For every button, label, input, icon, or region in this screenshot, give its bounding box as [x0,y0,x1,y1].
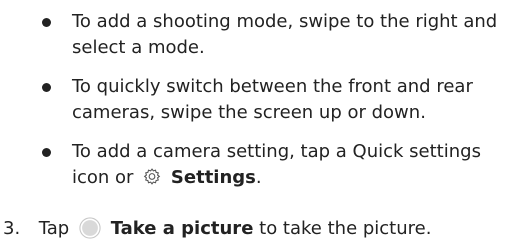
list-item: To add a camera setting, tap a Quick set… [42,139,502,191]
take-picture-label: Take a picture [110,218,254,239]
document-page: To add a shooting mode, swipe to the rig… [0,0,510,246]
bullet-dot [42,18,51,27]
list-item: To add a shooting mode, swipe to the rig… [42,9,502,61]
bullet-text-end: . [255,167,262,188]
settings-label: Settings [170,167,256,188]
list-item: To quickly switch between the front and … [42,74,502,126]
shutter-button-icon [79,217,101,239]
step-number: 3. [3,218,21,239]
bullet-text: To quickly switch between the front and … [72,76,473,123]
step-prefix: Tap [38,218,70,239]
gear-icon [143,168,161,185]
step-3: 3. Tap Take a picture to take the pictur… [3,216,508,242]
bullet-text: To add a shooting mode, swipe to the rig… [72,11,498,58]
bullet-text: To add a camera setting, tap a Quick set… [72,141,481,188]
bullet-dot [42,83,51,92]
step-suffix: to take the picture. [259,218,432,239]
instruction-bullet-list: To add a shooting mode, swipe to the rig… [42,0,502,204]
bullet-dot [42,148,51,157]
